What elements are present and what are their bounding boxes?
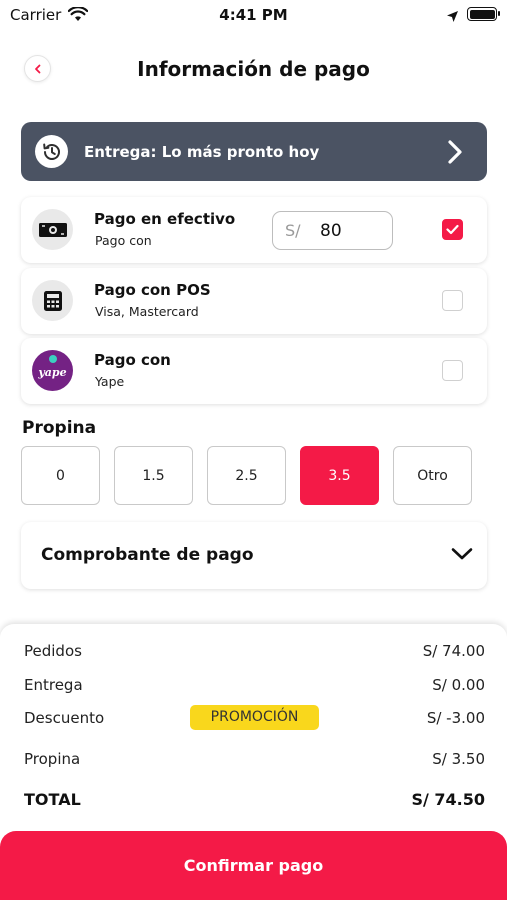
tip-option-0[interactable]: 0 bbox=[21, 446, 100, 505]
summary-total-label: TOTAL bbox=[24, 790, 81, 809]
cash-amount-input[interactable]: S/ 80 bbox=[272, 211, 393, 250]
tip-label: Propina bbox=[22, 418, 97, 438]
yape-logo-icon: yape bbox=[32, 350, 73, 391]
payment-option-subtitle: Visa, Mastercard bbox=[95, 304, 199, 319]
summary-propina-label: Propina bbox=[24, 750, 81, 768]
summary-pedidos-value: S/ 74.00 bbox=[422, 642, 485, 660]
summary-entrega-label: Entrega bbox=[24, 676, 83, 694]
chevron-right-icon bbox=[447, 139, 463, 169]
payment-option-subtitle: Yape bbox=[95, 374, 125, 389]
chevron-down-icon bbox=[451, 546, 473, 565]
tip-option-3-5[interactable]: 3.5 bbox=[300, 446, 379, 505]
currency-prefix: S/ bbox=[285, 221, 301, 240]
tip-option-1-5[interactable]: 1.5 bbox=[114, 446, 193, 505]
tip-option-2-5[interactable]: 2.5 bbox=[207, 446, 286, 505]
yape-checkbox[interactable] bbox=[442, 360, 463, 381]
summary-pedidos-label: Pedidos bbox=[24, 642, 82, 660]
delivery-time-selector[interactable]: Entrega: Lo más pronto hoy bbox=[21, 122, 487, 181]
summary-descuento-label: Descuento bbox=[24, 709, 105, 727]
summary-entrega-value: S/ 0.00 bbox=[432, 676, 485, 694]
history-clock-icon bbox=[35, 135, 68, 168]
promo-badge: PROMOCIÓN bbox=[190, 705, 319, 730]
summary-propina-value: S/ 3.50 bbox=[432, 750, 485, 768]
summary-descuento-value: S/ -3.00 bbox=[426, 709, 485, 727]
battery-icon bbox=[467, 7, 500, 21]
payment-option-subtitle: Pago con bbox=[95, 233, 152, 248]
location-arrow-icon bbox=[446, 8, 459, 27]
receipt-label: Comprobante de pago bbox=[41, 545, 254, 565]
receipt-type-dropdown[interactable]: Comprobante de pago bbox=[21, 522, 487, 589]
pos-checkbox[interactable] bbox=[442, 290, 463, 311]
calculator-pos-icon bbox=[32, 280, 73, 321]
summary-total-value: S/ 74.50 bbox=[411, 790, 485, 809]
svg-text:yape: yape bbox=[37, 366, 66, 379]
page-header: Información de pago bbox=[0, 50, 507, 90]
page-title: Información de pago bbox=[137, 57, 370, 81]
check-icon bbox=[446, 224, 459, 235]
payment-option-yape[interactable]: yape Pago con Yape bbox=[21, 338, 487, 404]
payment-option-cash[interactable]: Pago en efectivo Pago con S/ 80 bbox=[21, 197, 487, 263]
confirm-payment-button[interactable]: Confirmar pago bbox=[0, 831, 507, 900]
status-bar: Carrier 4:41 PM bbox=[0, 0, 507, 32]
cash-icon bbox=[32, 209, 73, 250]
payment-option-title: Pago en efectivo bbox=[94, 210, 236, 228]
delivery-label: Entrega: Lo más pronto hoy bbox=[84, 142, 320, 161]
cash-checkbox[interactable] bbox=[442, 219, 463, 240]
cash-amount-value: 80 bbox=[320, 221, 342, 241]
tip-option-other[interactable]: Otro bbox=[393, 446, 472, 505]
payment-option-title: Pago con bbox=[94, 351, 171, 369]
payment-option-pos[interactable]: Pago con POS Visa, Mastercard bbox=[21, 268, 487, 334]
payment-option-title: Pago con POS bbox=[94, 281, 211, 299]
clock-time: 4:41 PM bbox=[219, 6, 288, 24]
